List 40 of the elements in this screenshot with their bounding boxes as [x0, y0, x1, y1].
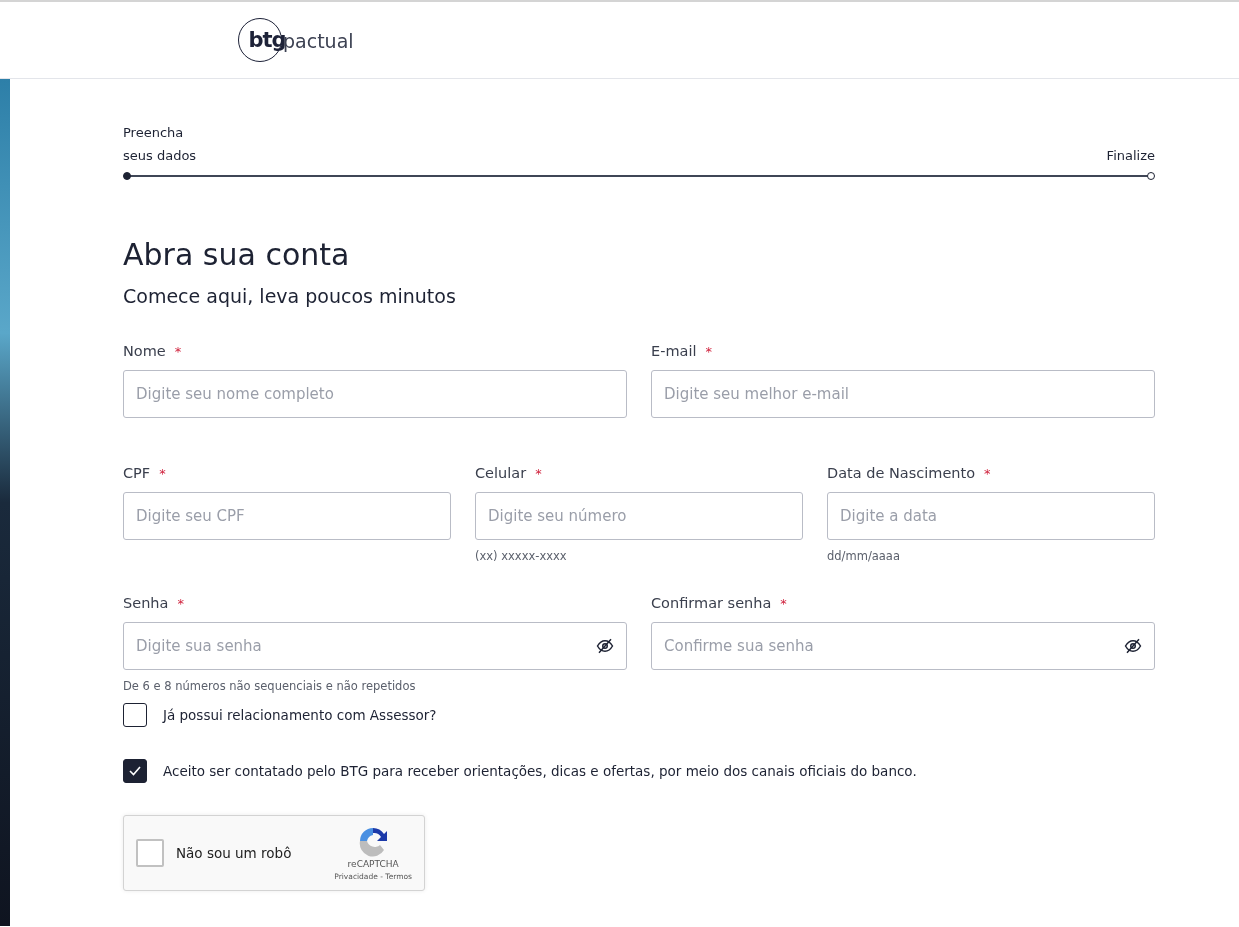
logo-wordmark: pactual [283, 30, 354, 52]
eye-slash-icon[interactable] [595, 637, 615, 655]
required-mark: * [535, 466, 542, 481]
checkbox-label: Aceito ser contatado pelo BTG para receber orientações, dicas e ofertas, por meio dos canais oficiais do banco. [163, 763, 917, 779]
required-mark: * [780, 596, 787, 611]
check-icon [129, 766, 141, 776]
field-label: E-mail [651, 343, 697, 359]
captcha-checkbox[interactable] [136, 839, 164, 867]
field-hint: dd/mm/aaaa [827, 549, 901, 563]
field-label: Confirmar senha [651, 595, 772, 611]
required-mark: * [705, 344, 712, 359]
captcha-brand: reCAPTCHA [347, 859, 399, 869]
input-field[interactable]: Digite seu melhor e-mail [651, 370, 1155, 418]
required-mark: * [174, 344, 182, 359]
eye-slash-icon[interactable] [1123, 637, 1143, 655]
input-field[interactable]: Digite seu nome completo [123, 370, 627, 418]
page-title: Abra sua conta [123, 236, 351, 274]
required-mark: * [159, 466, 166, 481]
step-label: Preencha seus dados [123, 124, 198, 165]
field-label: Celular [475, 465, 527, 481]
required-mark: * [177, 596, 184, 611]
recaptcha-logo-icon [357, 825, 390, 857]
input-field[interactable]: Confirme sua senha [651, 622, 1155, 670]
input-field[interactable]: Digite seu CPF [123, 492, 451, 540]
field-label: Nome [123, 343, 166, 359]
input-field[interactable]: Digite seu número [475, 492, 803, 540]
field-hint: De 6 e 8 números não sequenciais e não repetidos [123, 679, 417, 693]
page-subtitle: Comece aqui, leva poucos minutos [123, 285, 457, 307]
input-field[interactable]: Digite sua senha [123, 622, 627, 670]
field-label: CPF [123, 465, 151, 481]
checkbox[interactable] [123, 759, 147, 783]
checkbox[interactable] [123, 703, 147, 727]
captcha-label: Não sou um robô [176, 845, 293, 861]
checkbox-label: Já possui relacionamento com Assessor? [163, 707, 437, 723]
field-label: Data de Nascimento [827, 465, 976, 481]
field-hint: (xx) xxxxx-xxxx [475, 549, 568, 563]
required-mark: * [984, 466, 991, 481]
step-label: Finalize [1106, 147, 1155, 165]
input-field[interactable]: Digite a data [827, 492, 1155, 540]
field-label: Senha [123, 595, 169, 611]
